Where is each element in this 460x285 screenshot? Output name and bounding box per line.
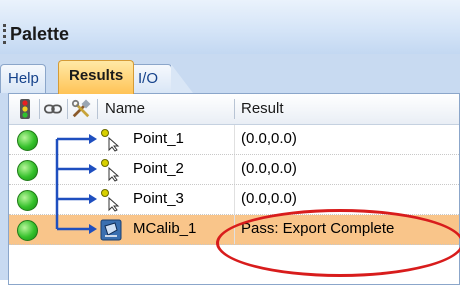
row-result: (0.0,0.0) [241,130,297,147]
point-icon [101,159,120,182]
table-row[interactable]: Point_3 (0.0,0.0) [9,185,459,215]
highlight-annotation-oval [216,209,460,277]
column-separator [234,155,235,184]
link-icon[interactable] [43,98,63,120]
row-name: Point_3 [133,190,184,207]
column-separator [234,125,235,154]
header-separator [39,99,40,119]
tools-icon[interactable] [71,98,91,120]
row-name: Point_2 [133,160,184,177]
header-separator [97,99,98,119]
column-header-name[interactable]: Name [105,100,145,117]
point-icon [101,189,120,212]
table-row[interactable]: Point_2 (0.0,0.0) [9,155,459,185]
tab-results[interactable]: Results [58,60,135,94]
calibration-icon [100,219,122,241]
grid-header: Name Result [9,94,459,125]
row-name: Point_1 [133,130,184,147]
row-result: (0.0,0.0) [241,160,297,177]
header-separator [67,99,68,119]
row-result: (0.0,0.0) [241,190,297,207]
row-name: MCalib_1 [133,220,197,237]
palette-title: Palette [10,24,70,44]
column-header-result[interactable]: Result [241,100,284,117]
palette-header: Palette [0,0,460,54]
traffic-light-icon[interactable] [15,98,35,120]
header-separator [234,99,235,119]
tab-io[interactable]: I/O [130,64,193,93]
tab-help[interactable]: Help [0,64,46,93]
table-row[interactable]: Point_1 (0.0,0.0) [9,125,459,155]
palette-panel: Palette Help Results I/O Name Result Poi… [0,0,460,285]
point-icon [101,129,120,152]
tab-strip: Help Results I/O [0,60,460,94]
column-separator [234,185,235,214]
drag-grip[interactable] [3,24,9,44]
